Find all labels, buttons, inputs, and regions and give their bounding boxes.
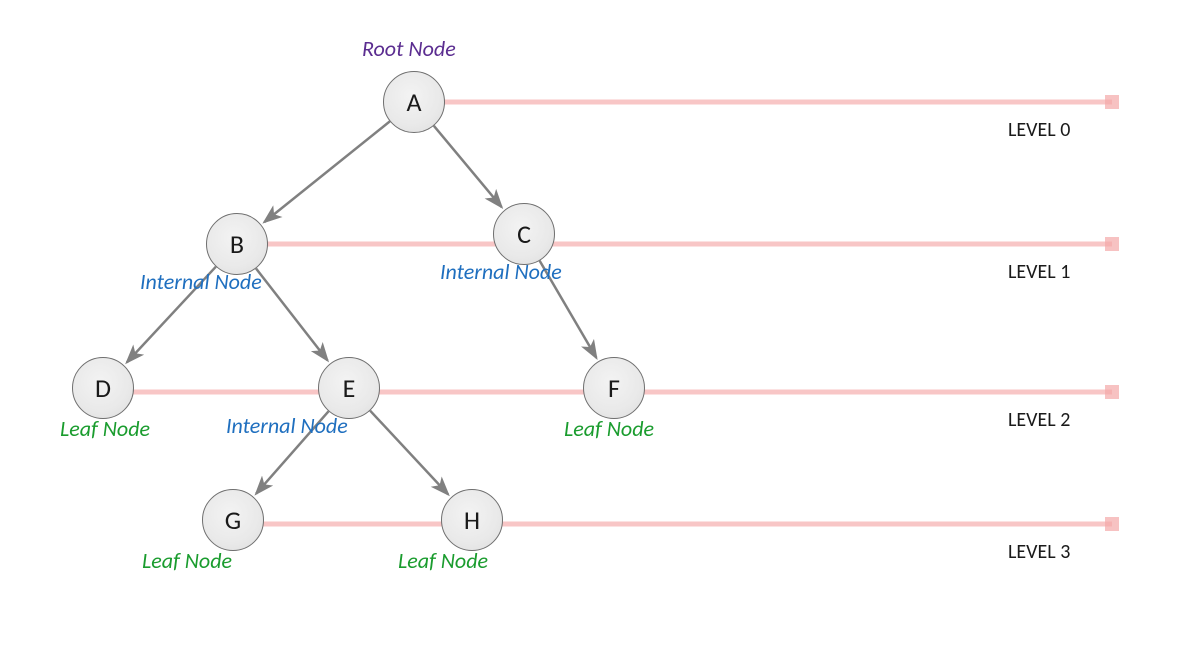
tree-node-F: F <box>583 357 645 419</box>
node-label: F <box>608 372 620 404</box>
tree-edges <box>127 121 596 494</box>
node-label: B <box>230 228 244 260</box>
tree-diagram: A B C D E F G H Root Node Internal Node … <box>0 0 1178 648</box>
annotation-leaf-D: Leaf Node <box>60 415 150 442</box>
tree-node-D: D <box>72 357 134 419</box>
annotation-leaf-G: Leaf Node <box>142 547 232 574</box>
level-label-1: LEVEL 1 <box>1008 260 1070 284</box>
level-label-2: LEVEL 2 <box>1008 408 1070 432</box>
node-label: E <box>343 372 356 404</box>
level-label-0: LEVEL 0 <box>1008 118 1070 142</box>
node-label: A <box>406 86 421 118</box>
level-lines <box>112 95 1119 531</box>
tree-node-A: A <box>383 71 445 133</box>
annotation-leaf-H: Leaf Node <box>398 547 488 574</box>
annotation-root-A: Root Node <box>362 35 456 62</box>
annotation-internal-E: Internal Node <box>226 412 348 439</box>
tree-node-E: E <box>318 357 380 419</box>
node-label: C <box>517 218 531 250</box>
annotation-internal-C: Internal Node <box>440 258 562 285</box>
annotation-internal-B: Internal Node <box>140 268 262 295</box>
tree-node-H: H <box>441 489 503 551</box>
tree-node-G: G <box>202 489 264 551</box>
node-label: D <box>95 372 111 404</box>
node-label: G <box>225 504 241 536</box>
annotation-leaf-F: Leaf Node <box>564 415 654 442</box>
tree-node-C: C <box>493 203 555 265</box>
node-label: H <box>464 504 480 536</box>
tree-node-B: B <box>206 213 268 275</box>
level-label-3: LEVEL 3 <box>1008 540 1070 564</box>
